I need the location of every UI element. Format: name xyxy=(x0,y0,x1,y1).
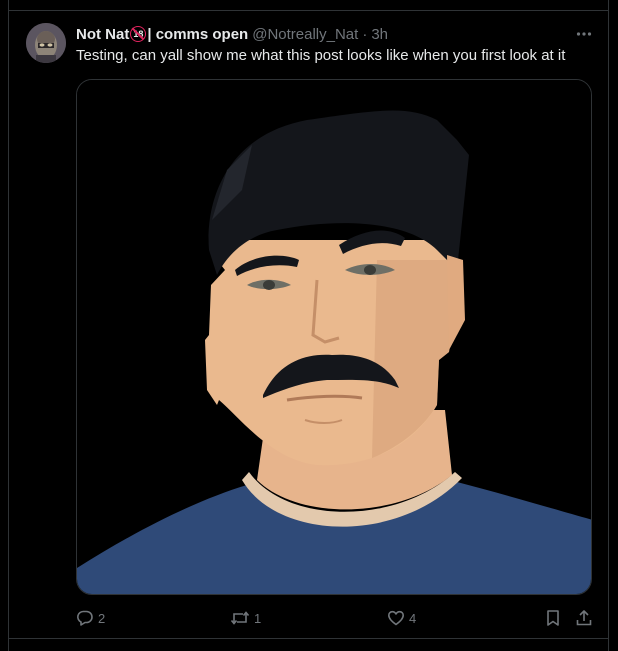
age-restriction-badge-icon: 18 xyxy=(130,26,147,42)
repost-count: 1 xyxy=(254,610,262,626)
reply-count: 2 xyxy=(98,610,106,626)
share-icon xyxy=(575,609,593,627)
share-button[interactable] xyxy=(575,609,593,627)
repost-icon xyxy=(230,609,250,627)
tweet-text: Testing, can yall show me what this post… xyxy=(76,47,566,64)
tweet-header: Not Nat 18 | comms open @Notreally_Nat ·… xyxy=(76,24,586,44)
bookmark-icon xyxy=(545,609,561,627)
reply-icon xyxy=(76,609,94,627)
bookmark-button[interactable] xyxy=(545,609,561,627)
display-name-suffix[interactable]: | comms open xyxy=(147,26,248,43)
display-name[interactable]: Not Nat xyxy=(76,26,129,43)
badge-text: 18 xyxy=(133,29,144,39)
tweet-media-image[interactable] xyxy=(76,79,592,595)
timestamp[interactable]: 3h xyxy=(371,26,388,43)
reply-button[interactable]: 2 xyxy=(76,609,105,627)
divider xyxy=(8,10,609,11)
avatar[interactable] xyxy=(26,23,66,63)
heart-icon xyxy=(387,609,405,627)
divider xyxy=(8,638,609,639)
like-count: 4 xyxy=(409,610,417,626)
cartoon-man-portrait-icon xyxy=(77,80,591,594)
handle[interactable]: @Notreally_Nat xyxy=(252,26,358,43)
like-button[interactable]: 4 xyxy=(387,609,416,627)
repost-button[interactable]: 1 xyxy=(230,609,261,627)
separator: · xyxy=(362,25,368,43)
more-options-icon[interactable] xyxy=(574,24,594,44)
